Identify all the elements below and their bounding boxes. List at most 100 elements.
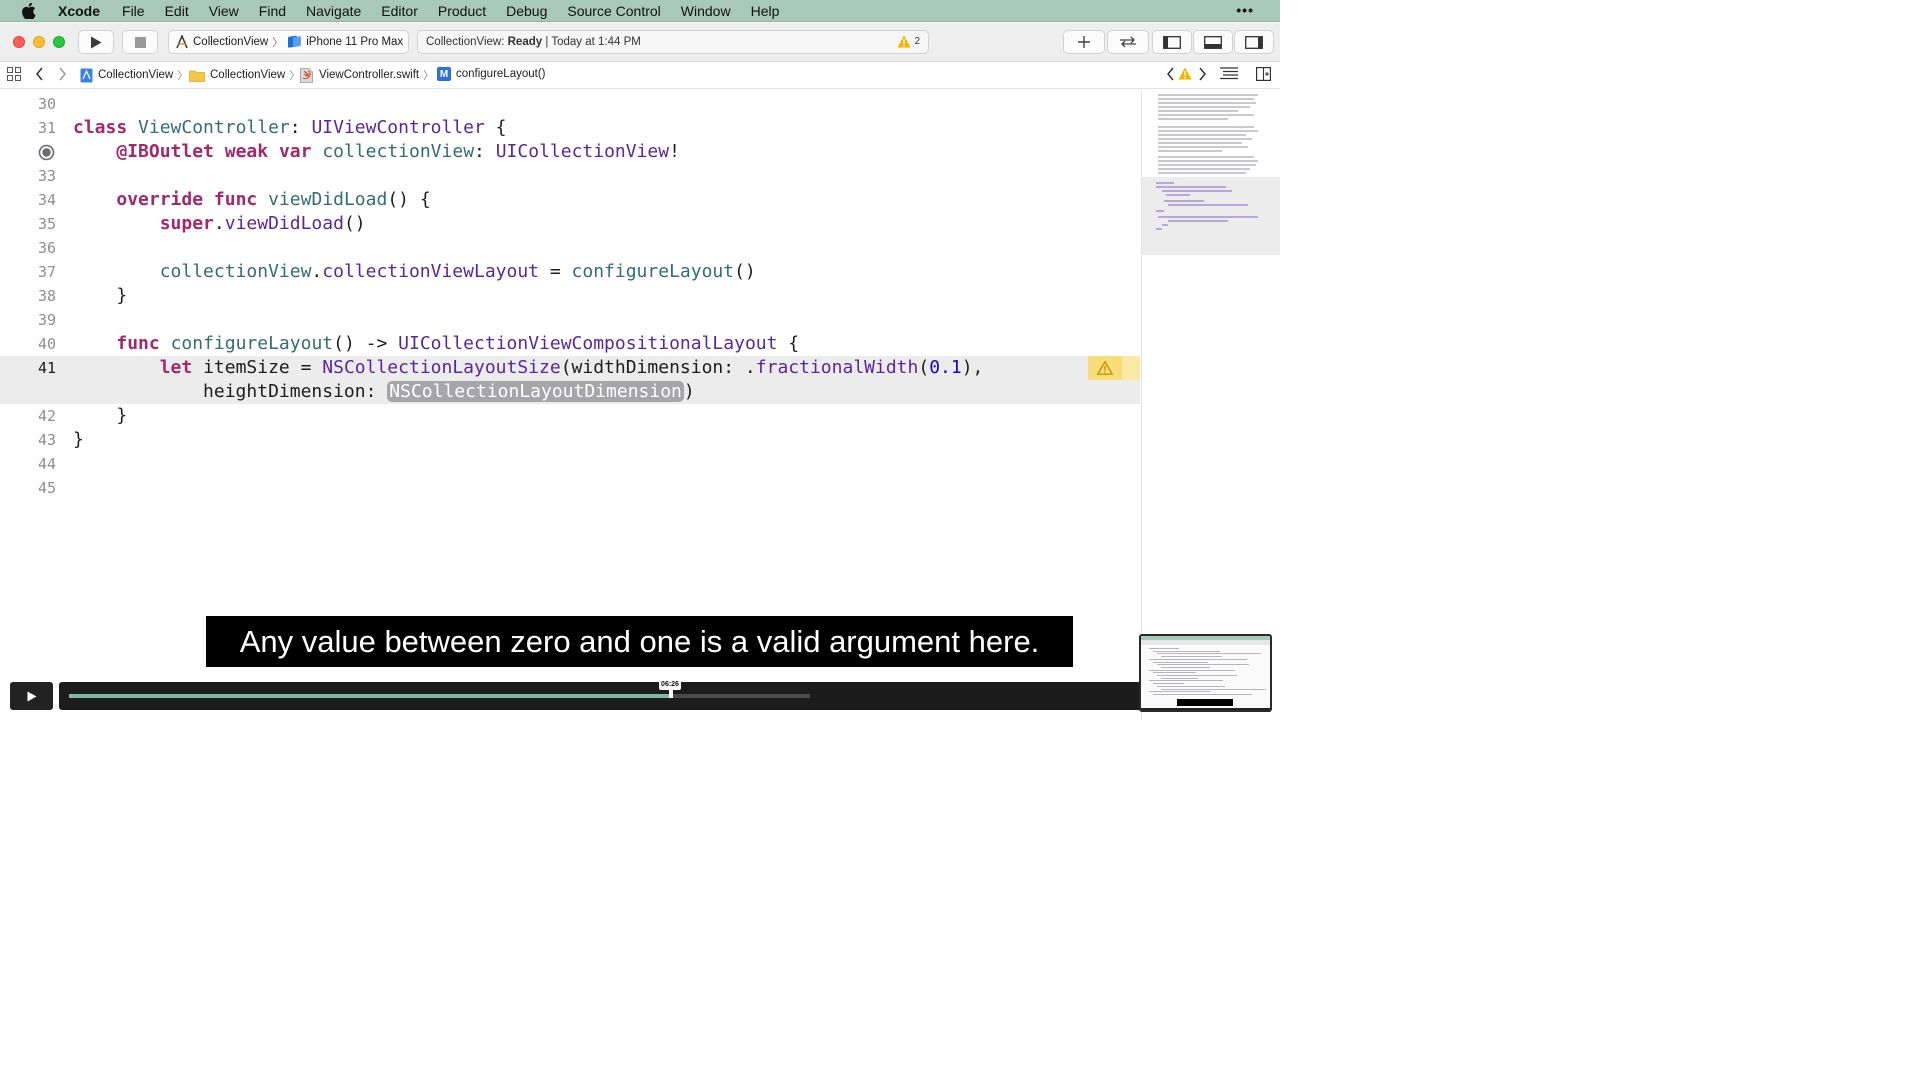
minimap-line	[1158, 98, 1254, 100]
add-editor-button[interactable]	[1256, 67, 1271, 81]
forward-button[interactable]	[58, 67, 67, 81]
minimap-line	[1156, 182, 1174, 184]
activity-status: CollectionView: Ready | Today at 1:44 PM…	[417, 30, 929, 54]
status-time: Today at 1:44 PM	[551, 36, 641, 48]
line-number: 37	[37, 263, 56, 281]
line-number: 39	[37, 311, 56, 329]
play-button[interactable]	[10, 682, 53, 710]
jump-symbol[interactable]: M configureLayout()	[437, 67, 546, 81]
more-icon[interactable]: •••	[1236, 2, 1254, 18]
chevron-right-icon	[1199, 67, 1206, 81]
line-number: 30	[37, 95, 56, 113]
code-line: @IBOutlet weak var collectionView: UICol…	[116, 141, 680, 162]
minimap-line	[1158, 164, 1256, 166]
warning-indicator[interactable]: 2	[897, 35, 920, 48]
device-name: iPhone 11 Pro Max	[306, 36, 404, 48]
minimap-line	[1158, 94, 1258, 96]
grid-icon	[7, 67, 21, 81]
device-icon	[287, 35, 302, 49]
thumbnail-line	[1161, 666, 1210, 668]
stop-icon	[134, 36, 146, 48]
thumbnail-line	[1153, 672, 1196, 674]
menu-find[interactable]: Find	[259, 3, 286, 19]
menu-navigate[interactable]: Navigate	[306, 3, 361, 19]
thumbnail-line	[1161, 677, 1198, 679]
jump-symbol-label: configureLayout()	[456, 68, 546, 80]
menu-view[interactable]: View	[209, 3, 239, 19]
menu-product[interactable]: Product	[438, 3, 486, 19]
play-icon	[91, 36, 102, 48]
toggle-debug-area-button[interactable]	[1193, 30, 1233, 54]
minimap-line	[1168, 220, 1228, 222]
apple-icon[interactable]	[18, 0, 40, 22]
minimap-line	[1158, 110, 1238, 112]
swift-file-icon	[300, 67, 313, 83]
editor-options-button[interactable]	[1220, 67, 1238, 81]
warning-icon	[1178, 67, 1192, 80]
seek-handle[interactable]	[669, 690, 673, 698]
minimap-line	[1158, 126, 1254, 128]
thumbnail-line	[1149, 680, 1223, 682]
code-line: func configureLayout() -> UICollectionVi…	[116, 333, 800, 354]
inline-warning-badge[interactable]	[1088, 356, 1140, 380]
thumbnail-line	[1153, 683, 1184, 685]
code-line: collectionView.collectionViewLayout = co…	[159, 261, 756, 282]
previous-issue-button[interactable]	[1166, 67, 1175, 81]
minimap-line	[1164, 200, 1204, 202]
thumbnail-line	[1149, 658, 1247, 660]
minimap-line	[1166, 194, 1190, 196]
source-editor[interactable]: 30 31 33 34 35 36 37 38 39 40 41 42 43 4…	[0, 90, 1140, 682]
back-button[interactable]	[35, 67, 44, 81]
toggle-navigator-button[interactable]	[1152, 30, 1192, 54]
warning-icon	[897, 35, 911, 48]
thumbnail-line	[1157, 664, 1249, 666]
minimap-line	[1158, 168, 1250, 170]
menu-file[interactable]: File	[122, 3, 145, 19]
minimap-line	[1158, 102, 1256, 104]
thumbnail-line	[1157, 685, 1225, 687]
stop-button[interactable]	[122, 30, 158, 54]
menu-window[interactable]: Window	[681, 3, 731, 19]
scheme-selector[interactable]: CollectionView 〉 iPhone 11 Pro Max	[168, 30, 409, 54]
code-line: }	[116, 405, 128, 426]
seek-time-tooltip: 06:26	[659, 679, 681, 690]
left-panel-icon	[1163, 35, 1181, 49]
menu-source-control[interactable]: Source Control	[567, 3, 660, 19]
menu-debug[interactable]: Debug	[506, 3, 547, 19]
menu-edit[interactable]: Edit	[165, 3, 189, 19]
close-window-button[interactable]	[13, 36, 25, 48]
zoom-window-button[interactable]	[53, 36, 65, 48]
related-items-button[interactable]	[7, 67, 21, 81]
issue-indicator[interactable]	[1178, 67, 1192, 80]
jump-file[interactable]: ViewController.swift 〉	[300, 67, 434, 83]
menu-editor[interactable]: Editor	[381, 3, 418, 19]
minimize-window-button[interactable]	[33, 36, 45, 48]
chevron-left-icon	[1167, 67, 1174, 81]
menu-bar: Xcode File Edit View Find Navigate Edito…	[0, 0, 1280, 22]
code-review-button[interactable]	[1107, 30, 1149, 54]
code-line-continuation: heightDimension: NSCollectionLayoutDimen…	[203, 381, 695, 402]
line-number: 36	[37, 239, 56, 257]
placeholder-token[interactable]: NSCollectionLayoutDimension	[387, 381, 684, 402]
outlet-connection-icon[interactable]	[38, 144, 55, 161]
window-toolbar: CollectionView 〉 iPhone 11 Pro Max Colle…	[0, 23, 1280, 62]
scheme-name: CollectionView	[193, 36, 269, 48]
video-player-controls: 06:26	[0, 679, 1140, 720]
minimap[interactable]	[1141, 90, 1280, 720]
jump-project[interactable]: CollectionView 〉	[80, 67, 188, 83]
thumbnail-line	[1149, 648, 1179, 649]
menu-app-name[interactable]: Xcode	[58, 3, 100, 19]
run-button[interactable]	[78, 30, 114, 54]
minimap-line	[1156, 210, 1164, 212]
minimap-line	[1158, 138, 1252, 140]
minimap-line	[1158, 150, 1222, 152]
lines-icon	[1220, 67, 1238, 80]
jump-group[interactable]: CollectionView 〉	[189, 67, 300, 83]
seek-bar[interactable]: 06:26	[59, 679, 1140, 710]
toggle-inspector-button[interactable]	[1234, 30, 1274, 54]
next-issue-button[interactable]	[1198, 67, 1207, 81]
add-library-button[interactable]	[1063, 30, 1105, 54]
menu-help[interactable]: Help	[751, 3, 780, 19]
thumbnail-line	[1157, 653, 1261, 655]
right-panel-icon	[1245, 35, 1263, 49]
